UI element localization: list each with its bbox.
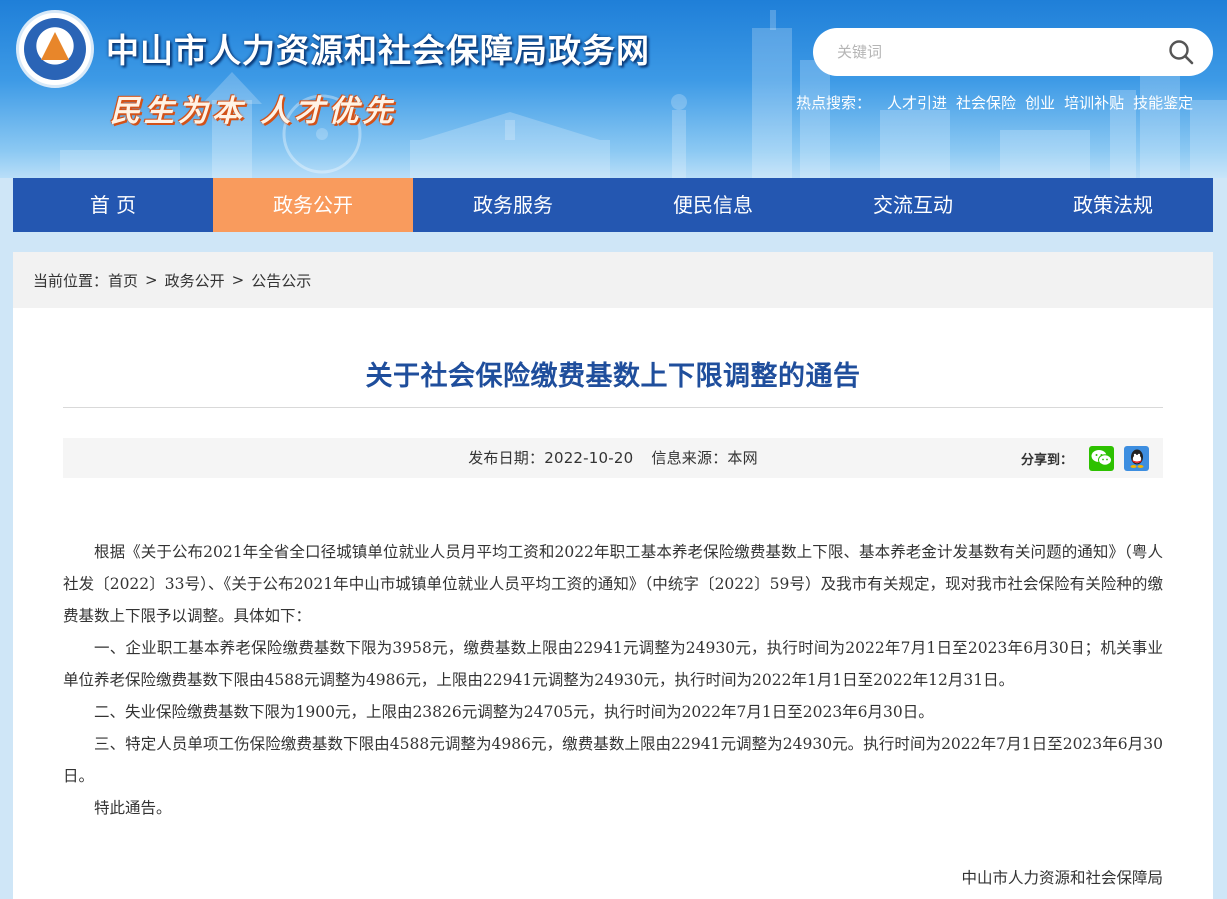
- logo-emblem-icon: [24, 18, 86, 80]
- nav-item-government-services[interactable]: 政务服务: [413, 178, 613, 232]
- info-source: 信息来源：本网: [651, 449, 758, 467]
- site-slogan: 民生为本 人才优先: [110, 94, 397, 129]
- publish-date: 发布日期：2022-10-20: [468, 449, 634, 467]
- hot-search-link-talent[interactable]: 人才引进: [887, 92, 947, 113]
- share-bar: 分享到：: [1021, 445, 1149, 471]
- search-icon: [1169, 40, 1194, 65]
- site-title: 中山市人力资源和社会保障局政务网: [106, 31, 650, 70]
- breadcrumb-home[interactable]: 首页: [108, 270, 138, 291]
- breadcrumb-announcements[interactable]: 公告公示: [251, 270, 311, 291]
- hot-search-link-training-subsidy[interactable]: 培训补贴: [1064, 92, 1124, 113]
- search-button[interactable]: [1163, 34, 1199, 70]
- nav-item-home[interactable]: 首 页: [13, 178, 213, 232]
- nav-item-government-affairs[interactable]: 政务公开: [213, 178, 413, 232]
- article-paragraph: 二、失业保险缴费基数下限为1900元，上限由23826元调整为24705元，执行…: [94, 703, 934, 721]
- main-nav: 首 页 政务公开 政务服务 便民信息 交流互动 政策法规: [13, 178, 1213, 232]
- nav-item-policies[interactable]: 政策法规: [1013, 178, 1213, 232]
- qq-icon: [1130, 449, 1143, 468]
- article-paragraph: 特此通告。: [94, 799, 172, 817]
- article-signature: 中山市人力资源和社会保障局: [961, 869, 1163, 887]
- search-box: [813, 28, 1213, 76]
- hot-search-link-social-insurance[interactable]: 社会保险: [956, 92, 1016, 113]
- breadcrumb-government-affairs[interactable]: 政务公开: [165, 270, 225, 291]
- article-meta-info: 发布日期：2022-10-20 信息来源：本网: [63, 438, 1163, 478]
- article-title: 关于社会保险缴费基数上下限调整的通告: [365, 361, 861, 392]
- nav-item-interaction[interactable]: 交流互动: [813, 178, 1013, 232]
- article-paragraph: 根据《关于公布2021年全省全口径城镇单位就业人员月平均工资和2022年职工基本…: [63, 543, 1163, 625]
- title-divider: [63, 407, 1163, 408]
- breadcrumb: 当前位置： 首页 > 政务公开 > 公告公示: [13, 252, 1213, 308]
- hot-search-label: 热点搜索：: [796, 93, 872, 112]
- article-body: 根据《关于公布2021年全省全口径城镇单位就业人员月平均工资和2022年职工基本…: [63, 536, 1163, 824]
- share-wechat-button[interactable]: [1089, 445, 1114, 471]
- share-label: 分享到：: [1020, 452, 1073, 468]
- article-paragraph: 三、特定人员单项工伤保险缴费基数下限由4588元调整为4986元，缴费基数上限由…: [63, 735, 1163, 785]
- site-logo[interactable]: [16, 10, 94, 88]
- header-banner: 中山市人力资源和社会保障局政务网 民生为本 人才优先 热点搜索： 人才引进 社会…: [0, 0, 1227, 178]
- hot-search-link-skill-appraisal[interactable]: 技能鉴定: [1133, 92, 1193, 113]
- breadcrumb-separator: >: [145, 271, 158, 289]
- wechat-icon: [1091, 450, 1112, 466]
- hot-search-link-startup[interactable]: 创业: [1025, 92, 1055, 113]
- nav-item-public-info[interactable]: 便民信息: [613, 178, 813, 232]
- breadcrumb-label: 当前位置：: [33, 271, 109, 290]
- article-container: 关于社会保险缴费基数上下限调整的通告 发布日期：2022-10-20 信息来源：本…: [13, 308, 1213, 899]
- breadcrumb-separator: >: [231, 271, 245, 289]
- article-paragraph: 一、企业职工基本养老保险缴费基数下限为3958元，缴费基数上限由22941元调整…: [63, 639, 1163, 689]
- hot-search-bar: 热点搜索： 人才引进 社会保险 创业 培训补贴 技能鉴定: [796, 92, 1193, 112]
- article-meta-bar: 发布日期：2022-10-20 信息来源：本网 分享到：: [63, 438, 1163, 478]
- share-qq-button[interactable]: [1124, 445, 1149, 471]
- search-input[interactable]: [837, 43, 1163, 61]
